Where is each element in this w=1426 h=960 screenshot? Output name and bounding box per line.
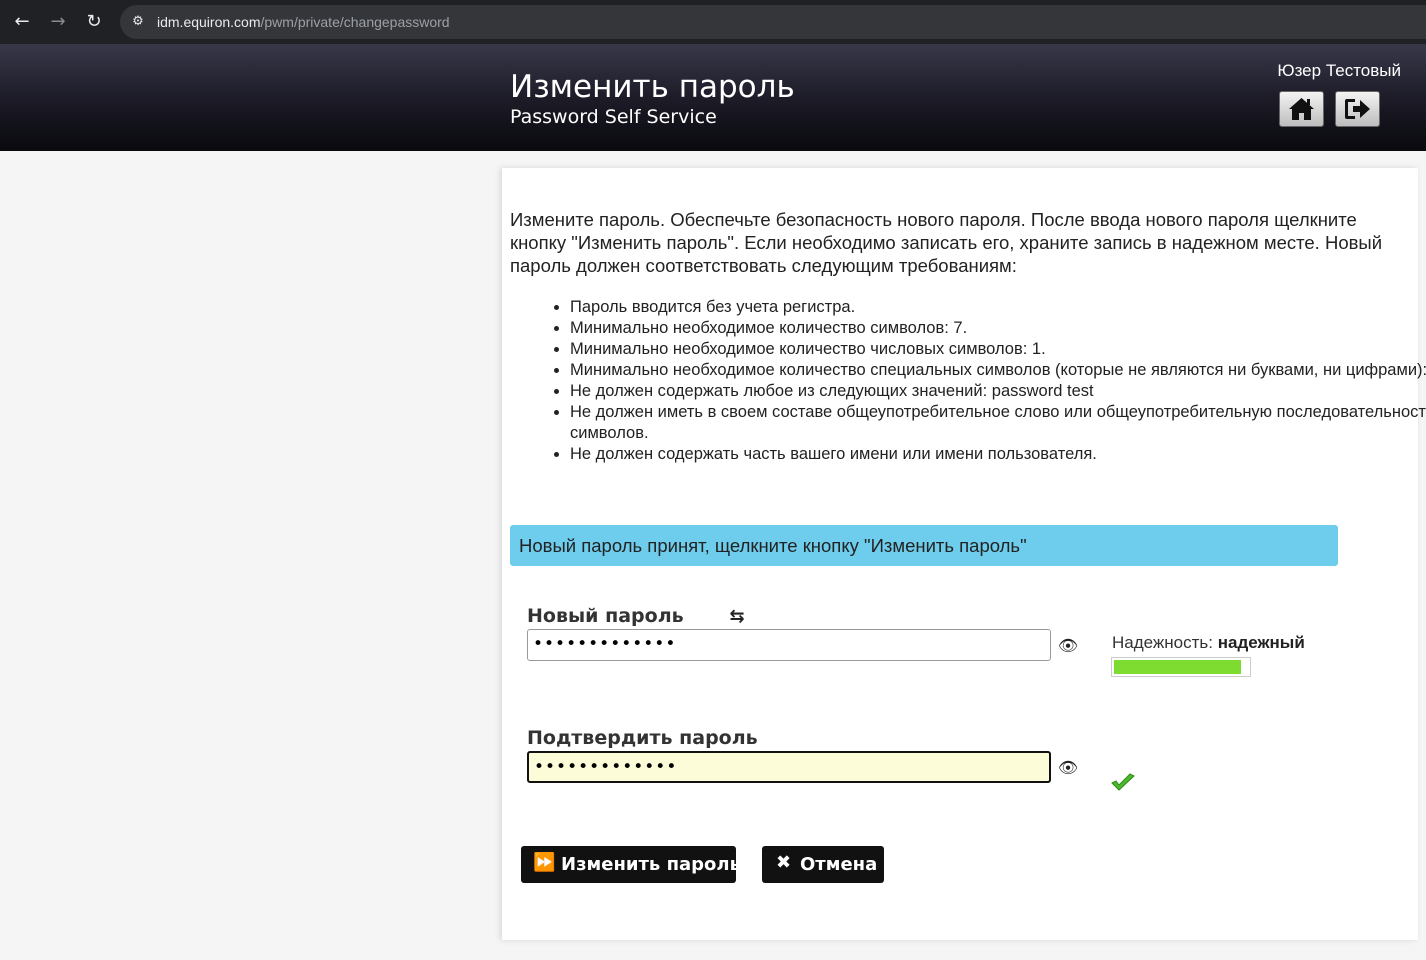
requirement-item: Не должен содержать часть вашего имени и… [570, 444, 1426, 465]
checkmark-icon [1111, 773, 1135, 791]
strength-meter-fill [1114, 660, 1241, 674]
requirement-item: Минимально необходимое количество числов… [570, 339, 1426, 360]
url-domain: idm.equiron.com [157, 14, 261, 30]
app-subtitle: Password Self Service [510, 106, 717, 128]
strength-value: надежный [1217, 633, 1305, 652]
eye-icon[interactable]: 👁 [1057, 635, 1079, 657]
back-icon[interactable]: ← [9, 9, 35, 35]
requirement-item: Не должен иметь в своем составе общеупот… [570, 402, 1426, 444]
home-button[interactable] [1279, 91, 1324, 127]
confirm-password-input[interactable]: ••••••••••••• [527, 751, 1051, 783]
forward-icon[interactable]: → [45, 9, 71, 35]
new-password-label: Новый пароль [527, 605, 684, 627]
new-password-input[interactable]: ••••••••••••• [527, 629, 1051, 661]
requirements-list: Пароль вводится без учета регистра. Мини… [510, 297, 1426, 465]
intro-text: Измените пароль. Обеспечьте безопасность… [510, 209, 1383, 276]
reload-icon[interactable]: ↻ [81, 9, 107, 35]
requirement-item: Не должен содержать любое из следующих з… [570, 381, 1426, 402]
regenerate-icon[interactable]: ⇆ [726, 606, 748, 628]
home-icon [1289, 98, 1314, 120]
url-path: /pwm/private/changepassword [260, 14, 450, 30]
change-password-label: Изменить пароль [561, 854, 741, 875]
address-bar[interactable]: ⚙ idm.equiron.com/pwm/private/changepass… [120, 5, 1426, 39]
main-panel: Измените пароль. Обеспечьте безопасность… [502, 168, 1426, 940]
confirm-password-label: Подтвердить пароль [527, 727, 758, 749]
site-settings-icon[interactable]: ⚙ [128, 12, 148, 32]
confirm-password-value: ••••••••••••• [534, 757, 678, 777]
status-message-banner: Новый пароль принят, щелкните кнопку "Из… [510, 525, 1338, 566]
app-header: Изменить пароль Password Self Service Юз… [0, 44, 1426, 151]
status-message: Новый пароль принят, щелкните кнопку "Из… [519, 535, 1027, 556]
cancel-button[interactable]: ✖ Отмена [762, 846, 884, 883]
close-icon: ✖ [776, 852, 792, 873]
page-title: Изменить пароль [510, 69, 795, 105]
change-password-button[interactable]: ⏩ Изменить пароль [521, 846, 741, 883]
requirement-item: Пароль вводится без учета регистра. [570, 297, 1426, 318]
new-password-value: ••••••••••••• [533, 634, 677, 654]
browser-toolbar: ← → ↻ ⚙ idm.equiron.com/pwm/private/chan… [0, 0, 1426, 44]
eye-icon[interactable]: 👁 [1057, 757, 1079, 779]
logout-button[interactable] [1335, 91, 1380, 127]
requirement-item: Минимально необходимое количество символ… [570, 318, 1426, 339]
fast-forward-icon: ⏩ [533, 852, 556, 873]
url-text[interactable]: idm.equiron.com/pwm/private/changepasswo… [157, 14, 450, 30]
username: Юзер Тестовый [1277, 61, 1401, 80]
cancel-label: Отмена [800, 854, 878, 875]
strength-label: Надежность: надежный [1112, 633, 1305, 653]
logout-icon [1345, 99, 1370, 119]
strength-caption: Надежность: [1112, 633, 1213, 652]
requirement-item: Минимально необходимое количество специа… [570, 360, 1426, 381]
strength-meter [1111, 657, 1251, 677]
